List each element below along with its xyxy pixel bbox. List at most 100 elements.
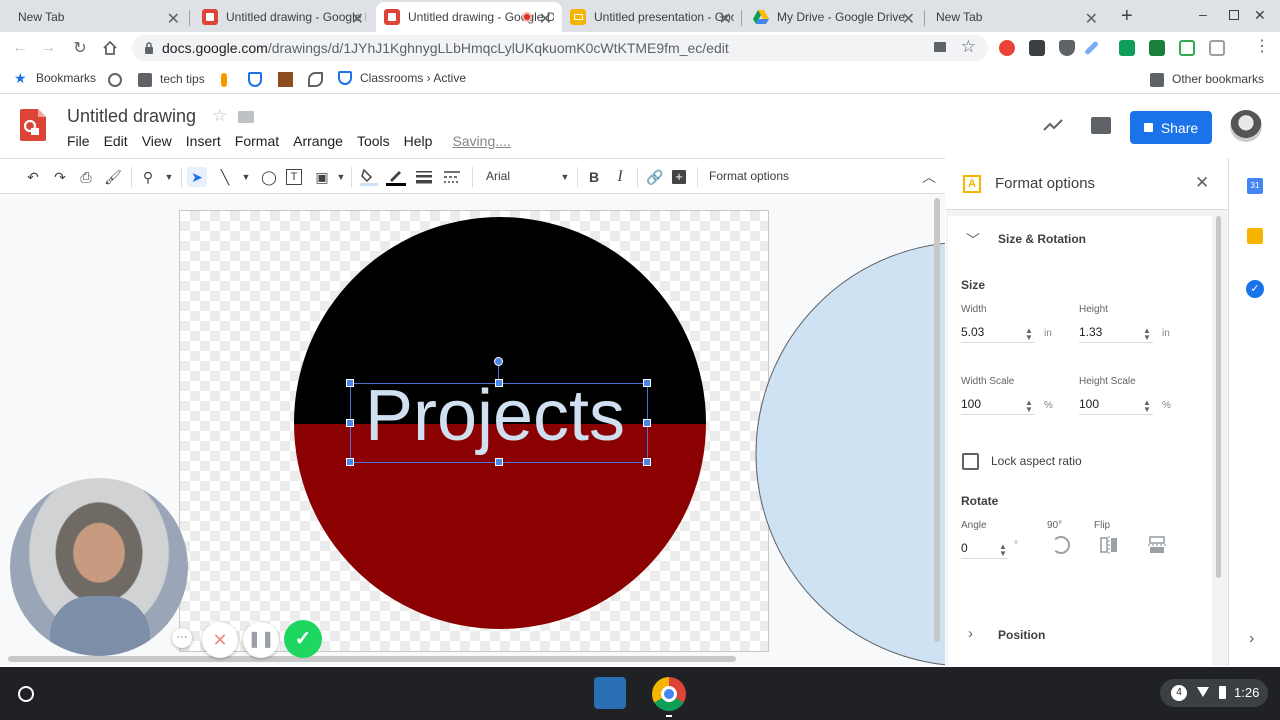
forward-arrow-icon[interactable]: → — [36, 36, 60, 60]
menu-file[interactable]: File — [67, 133, 90, 149]
shape-tool-icon[interactable]: ◯ — [259, 167, 279, 187]
qr-extension-icon[interactable] — [1029, 40, 1045, 56]
italic-icon[interactable]: I — [610, 167, 630, 187]
horizontal-scrollbar[interactable] — [8, 656, 736, 662]
menu-arrange[interactable]: Arrange — [293, 133, 343, 149]
light-blue-circle-shape[interactable] — [755, 242, 945, 666]
bookmark-bookmarks[interactable]: ★ Bookmarks — [14, 71, 96, 85]
drawing-canvas[interactable]: Projects ··· ✕ ❚❚ ✓ — [0, 194, 945, 666]
comments-icon[interactable] — [1091, 117, 1111, 134]
redo-icon[interactable]: ↷ — [50, 167, 70, 187]
height-input[interactable]: 1.33 — [1079, 321, 1153, 343]
drawings-logo-icon[interactable] — [20, 109, 46, 141]
screencast-extension-icon[interactable] — [1179, 40, 1195, 56]
angle-stepper-icon[interactable]: ▲ ▼ — [999, 543, 1007, 558]
chevron-right-icon[interactable]: › — [968, 625, 973, 642]
bookmark-classrooms[interactable]: Classrooms › Active — [338, 71, 466, 85]
tab-close-icon[interactable]: ✕ — [719, 9, 732, 29]
bookmark-swirl-icon[interactable] — [308, 72, 323, 87]
print-icon[interactable]: ⎙ — [76, 167, 96, 187]
rotate-handle[interactable] — [494, 357, 503, 366]
resize-handle[interactable] — [643, 379, 651, 387]
keep-icon[interactable] — [1247, 228, 1263, 244]
panel-scrollbar[interactable] — [1216, 216, 1221, 578]
home-icon[interactable] — [98, 36, 122, 60]
extension-icon[interactable] — [999, 40, 1015, 56]
text-box-icon[interactable]: T — [286, 169, 302, 185]
chrome-menu-icon[interactable]: ⋮ — [1254, 38, 1270, 56]
menu-format[interactable]: Format — [235, 133, 279, 149]
image-dropdown-icon[interactable]: ▼ — [331, 167, 351, 187]
menu-view[interactable]: View — [142, 133, 172, 149]
tab-close-icon[interactable]: ✕ — [1085, 9, 1098, 29]
account-avatar[interactable] — [1230, 110, 1262, 142]
tab-new-tab-1[interactable]: New Tab ✕ — [10, 2, 190, 32]
tab-close-icon[interactable]: ✕ — [902, 9, 915, 29]
recorder-finish-icon[interactable]: ✓ — [284, 620, 322, 658]
recorder-pause-icon[interactable]: ❚❚ — [243, 622, 279, 658]
menu-tools[interactable]: Tools — [357, 133, 390, 149]
flip-horizontal-icon[interactable] — [1100, 536, 1118, 554]
typing-club-app-icon[interactable] — [594, 677, 626, 709]
bookmark-other[interactable]: Other bookmarks — [1150, 71, 1264, 87]
tab-drawing-active[interactable]: Untitled drawing - Google Drawings ✕ — [376, 2, 562, 32]
paint-format-icon[interactable]: 🖌 — [103, 167, 123, 187]
menu-help[interactable]: Help — [404, 133, 433, 149]
tab-slides[interactable]: Untitled presentation - Google Slides ✕ — [562, 2, 742, 32]
bold-icon[interactable]: B — [584, 167, 604, 187]
undo-icon[interactable]: ↶ — [23, 167, 43, 187]
zoom-icon[interactable]: ⚲ — [138, 167, 158, 187]
restore-window-icon[interactable] — [1229, 10, 1239, 20]
tab-close-icon[interactable]: ✕ — [351, 9, 364, 29]
vertical-scrollbar[interactable] — [934, 198, 940, 642]
line-dropdown-icon[interactable]: ▼ — [236, 167, 256, 187]
bookmark-torch-icon[interactable] — [221, 73, 227, 87]
resize-handle[interactable] — [643, 458, 651, 466]
width-scale-stepper-icon[interactable]: ▲ ▼ — [1025, 399, 1033, 414]
chevron-down-icon[interactable]: ﹀ — [966, 230, 980, 250]
star-icon[interactable]: ☆ — [212, 106, 227, 126]
menu-insert[interactable]: Insert — [186, 133, 221, 149]
resize-handle[interactable] — [495, 379, 503, 387]
line-tool-icon[interactable]: ╲ — [215, 167, 235, 187]
lock-aspect-checkbox[interactable] — [962, 453, 979, 470]
height-scale-stepper-icon[interactable]: ▲ ▼ — [1143, 399, 1151, 414]
back-arrow-icon[interactable]: ← — [8, 36, 32, 60]
document-title[interactable]: Untitled drawing — [67, 106, 196, 127]
bookmark-tech-tips[interactable]: tech tips — [138, 71, 205, 87]
border-dash-icon[interactable] — [442, 167, 462, 187]
recorder-more-icon[interactable]: ··· — [172, 628, 192, 648]
clipboard-extension-icon[interactable] — [1209, 40, 1225, 56]
collapse-toolbar-icon[interactable]: ︿ — [922, 167, 936, 187]
activity-trend-icon[interactable] — [1043, 118, 1063, 135]
tasks-icon[interactable]: ✓ — [1246, 280, 1264, 298]
cast-extension-icon[interactable] — [1119, 40, 1135, 56]
eyedropper-extension-icon[interactable] — [1084, 40, 1099, 56]
chart-extension-icon[interactable] — [1149, 40, 1165, 56]
system-tray[interactable]: 4 1:26 — [1160, 679, 1268, 707]
rotate-90-icon[interactable] — [1052, 536, 1070, 554]
bookmark-star-icon[interactable]: ☆ — [961, 37, 976, 57]
format-options-button[interactable]: Format options — [709, 169, 789, 183]
calendar-icon[interactable]: 31 — [1247, 178, 1263, 194]
close-icon[interactable]: ✕ — [1195, 173, 1209, 193]
width-input[interactable]: 5.03 — [961, 321, 1035, 343]
select-cursor-icon[interactable]: ➤ — [187, 167, 207, 187]
tab-close-icon[interactable]: ✕ — [167, 9, 180, 29]
resize-handle[interactable] — [346, 458, 354, 466]
tab-close-icon[interactable]: ✕ — [539, 9, 552, 29]
menu-edit[interactable]: Edit — [104, 133, 128, 149]
bookmark-app-icon[interactable] — [108, 73, 122, 87]
height-scale-input[interactable]: 100 — [1079, 393, 1153, 415]
add-comment-icon[interactable]: + — [672, 170, 686, 184]
bookmark-shield-icon[interactable] — [248, 72, 262, 87]
close-window-icon[interactable]: ✕ — [1254, 7, 1266, 24]
selected-text-box[interactable]: Projects — [350, 380, 648, 463]
notification-count-badge[interactable]: 4 — [1171, 685, 1187, 701]
new-tab-plus-icon[interactable]: + — [1121, 5, 1133, 28]
projects-text[interactable]: Projects — [345, 380, 645, 452]
share-button[interactable]: Share — [1130, 111, 1212, 144]
address-bar[interactable]: docs.google.com/drawings/d/1JYhJ1KghnygL… — [132, 35, 988, 61]
recorder-cancel-icon[interactable]: ✕ — [202, 622, 238, 658]
launcher-icon[interactable] — [18, 686, 34, 702]
